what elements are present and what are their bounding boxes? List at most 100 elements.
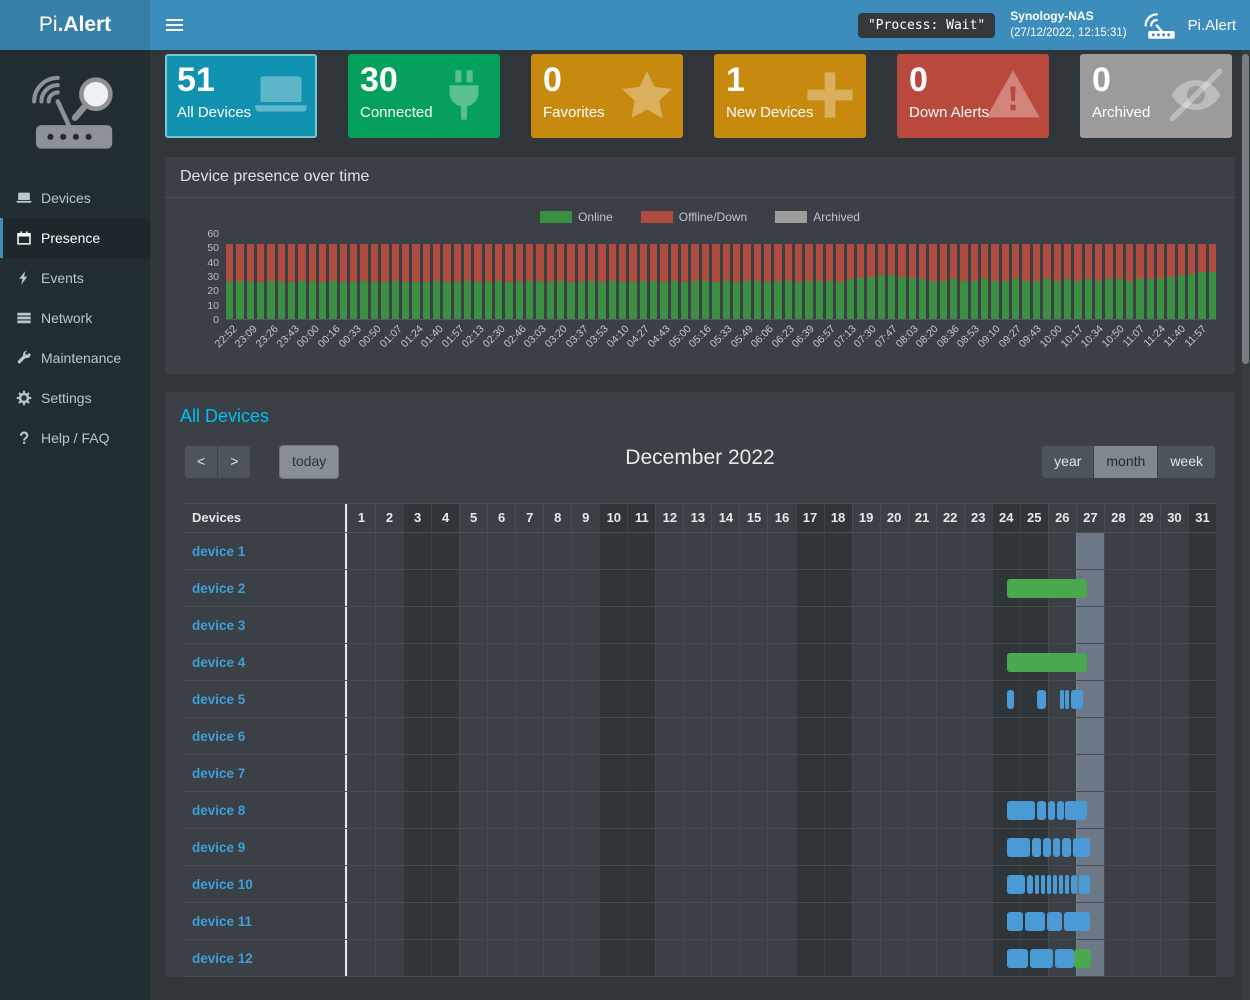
calendar-day-cell bbox=[824, 829, 852, 865]
calendar-view-month[interactable]: month bbox=[1094, 445, 1158, 479]
offline-segment bbox=[278, 244, 285, 282]
sidebar-item-events[interactable]: Events bbox=[0, 258, 150, 298]
presence-event-bar[interactable] bbox=[1007, 579, 1087, 598]
presence-event-bar[interactable] bbox=[1059, 875, 1063, 894]
presence-event-bar[interactable] bbox=[1048, 801, 1056, 820]
calendar-next-button[interactable]: > bbox=[218, 445, 251, 479]
presence-event-bar[interactable] bbox=[1007, 690, 1014, 709]
presence-event-bar[interactable] bbox=[1057, 801, 1064, 820]
calendar-day-cell bbox=[852, 755, 880, 791]
presence-event-bar[interactable] bbox=[1053, 838, 1061, 857]
presence-event-bar[interactable] bbox=[1073, 838, 1090, 857]
presence-event-bar[interactable] bbox=[1007, 949, 1028, 968]
calendar-day-cell bbox=[599, 866, 627, 902]
sidebar-item-help-faq[interactable]: Help / FAQ bbox=[0, 418, 150, 458]
app-logo[interactable]: Pi.Alert bbox=[0, 0, 150, 50]
calendar-day-cell bbox=[796, 829, 824, 865]
summary-card-all-devices[interactable]: 51All Devices bbox=[165, 54, 317, 138]
presence-event-bar[interactable] bbox=[1032, 838, 1041, 857]
calendar-day-cell bbox=[908, 533, 936, 569]
presence-event-bar[interactable] bbox=[1047, 875, 1051, 894]
presence-event-bar[interactable] bbox=[1062, 838, 1071, 857]
calendar-day-cell bbox=[711, 681, 739, 717]
offline-segment bbox=[309, 244, 316, 282]
summary-card-favorites[interactable]: 0Favorites bbox=[531, 54, 683, 138]
calendar-day-cell bbox=[796, 681, 824, 717]
calendar-day-cell bbox=[515, 829, 543, 865]
calendar-day-cell bbox=[683, 792, 711, 828]
device-link[interactable]: device 10 bbox=[192, 877, 253, 892]
calendar-prev-button[interactable]: < bbox=[184, 445, 218, 479]
sidebar-item-maintenance[interactable]: Maintenance bbox=[0, 338, 150, 378]
calendar-day-cell bbox=[1104, 792, 1132, 828]
device-link[interactable]: device 8 bbox=[192, 803, 245, 818]
presence-event-bar[interactable] bbox=[1007, 653, 1087, 672]
calendar-day-cell bbox=[739, 903, 767, 939]
calendar-day-cell bbox=[1020, 533, 1048, 569]
presence-event-bar[interactable] bbox=[1007, 875, 1025, 894]
summary-card-connected[interactable]: 30Connected bbox=[348, 54, 500, 138]
calendar-view-year[interactable]: year bbox=[1041, 445, 1094, 479]
device-link[interactable]: device 1 bbox=[192, 544, 245, 559]
device-link[interactable]: device 4 bbox=[192, 655, 245, 670]
presence-event-bar[interactable] bbox=[1060, 690, 1063, 709]
presence-event-bar[interactable] bbox=[1007, 912, 1023, 931]
presence-event-bar[interactable] bbox=[1074, 949, 1091, 968]
presence-event-bar[interactable] bbox=[1079, 875, 1090, 894]
calendar-day-cell bbox=[1160, 681, 1188, 717]
calendar-day-cell bbox=[487, 903, 515, 939]
sidebar-item-network[interactable]: Network bbox=[0, 298, 150, 338]
device-link[interactable]: device 12 bbox=[192, 951, 253, 966]
sidebar-toggle-button[interactable] bbox=[150, 0, 199, 50]
presence-event-bar[interactable] bbox=[1007, 801, 1035, 820]
presence-event-bar[interactable] bbox=[1030, 949, 1053, 968]
presence-event-bar[interactable] bbox=[1071, 690, 1083, 709]
page-scrollbar[interactable] bbox=[1241, 50, 1250, 1000]
calendar-day-cell bbox=[739, 940, 767, 976]
calendar-today-button[interactable]: today bbox=[279, 445, 339, 479]
calendar-day-cell bbox=[543, 570, 571, 606]
sidebar-item-presence[interactable]: Presence bbox=[0, 218, 150, 258]
presence-event-bar[interactable] bbox=[1025, 912, 1045, 931]
presence-event-bar[interactable] bbox=[1065, 690, 1068, 709]
summary-card-archived[interactable]: 0Archived bbox=[1080, 54, 1232, 138]
presence-event-bar[interactable] bbox=[1037, 801, 1046, 820]
presence-event-bar[interactable] bbox=[1027, 875, 1033, 894]
presence-event-bar[interactable] bbox=[1007, 838, 1029, 857]
summary-card-down-alerts[interactable]: 0Down Alerts bbox=[897, 54, 1049, 138]
presence-event-bar[interactable] bbox=[1055, 949, 1074, 968]
presence-event-bar[interactable] bbox=[1053, 875, 1057, 894]
presence-event-bar[interactable] bbox=[1041, 875, 1045, 894]
eye-slash-icon bbox=[1168, 67, 1224, 123]
calendar-day-cell bbox=[655, 829, 683, 865]
scrollbar-thumb[interactable] bbox=[1242, 54, 1249, 364]
calendar-day-cell bbox=[459, 866, 487, 902]
presence-event-bar[interactable] bbox=[1035, 875, 1039, 894]
chart-bar bbox=[578, 234, 585, 319]
calendar-day-cell bbox=[1132, 829, 1160, 865]
calendar-toolbar: < > today December 2022 yearmonthweek bbox=[184, 445, 1216, 479]
chart-bar bbox=[1209, 234, 1216, 319]
chart-bar bbox=[671, 234, 678, 319]
device-link[interactable]: device 5 bbox=[192, 692, 245, 707]
chart-bar bbox=[536, 234, 543, 319]
presence-event-bar[interactable] bbox=[1064, 912, 1090, 931]
calendar-day-cell bbox=[627, 792, 655, 828]
presence-event-bar[interactable] bbox=[1071, 875, 1077, 894]
device-link[interactable]: device 11 bbox=[192, 914, 252, 929]
device-link[interactable]: device 6 bbox=[192, 729, 245, 744]
device-link[interactable]: device 2 bbox=[192, 581, 245, 596]
chart-bar bbox=[288, 234, 295, 319]
summary-card-new-devices[interactable]: 1New Devices bbox=[714, 54, 866, 138]
sidebar-item-devices[interactable]: Devices bbox=[0, 178, 150, 218]
presence-event-bar[interactable] bbox=[1043, 838, 1051, 857]
presence-event-bar[interactable] bbox=[1047, 912, 1062, 931]
device-link[interactable]: device 7 bbox=[192, 766, 245, 781]
sidebar-item-settings[interactable]: Settings bbox=[0, 378, 150, 418]
calendar-view-week[interactable]: week bbox=[1158, 445, 1216, 479]
device-link[interactable]: device 9 bbox=[192, 840, 245, 855]
device-link[interactable]: device 3 bbox=[192, 618, 245, 633]
presence-event-bar[interactable] bbox=[1065, 801, 1087, 820]
presence-event-bar[interactable] bbox=[1037, 690, 1047, 709]
presence-event-bar[interactable] bbox=[1065, 875, 1069, 894]
